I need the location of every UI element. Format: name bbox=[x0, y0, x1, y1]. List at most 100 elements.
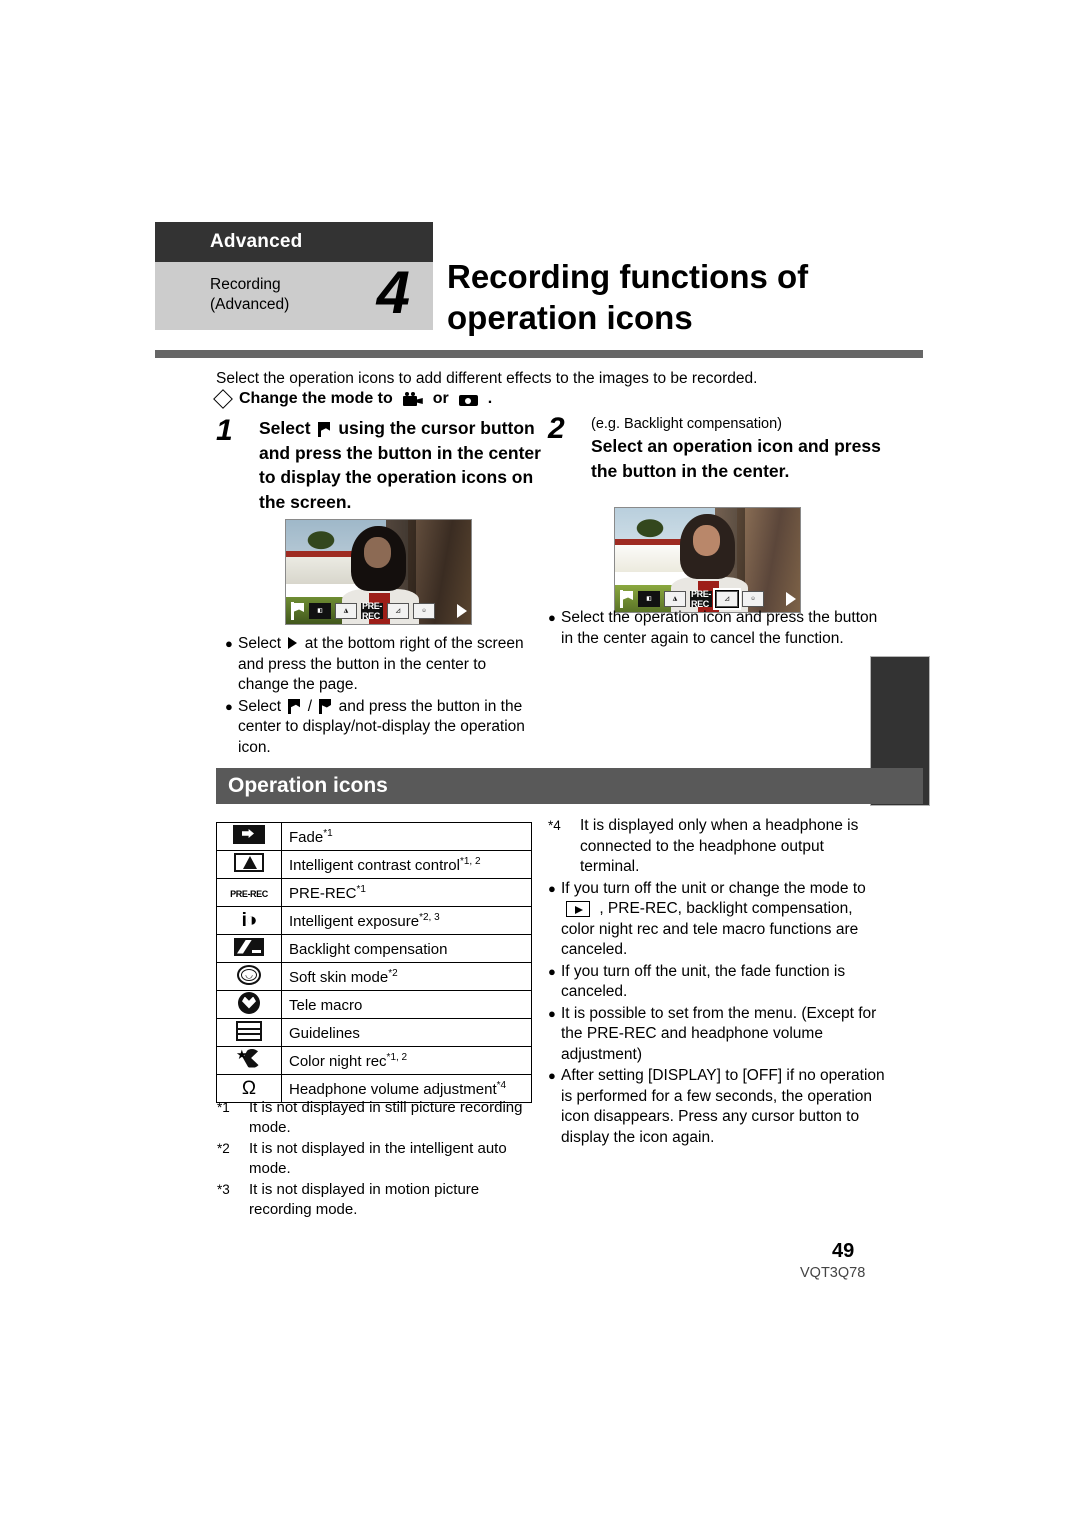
bullet-item: ● If you turn off the unit or change the… bbox=[548, 879, 886, 961]
row-label: Color night rec bbox=[289, 1052, 387, 1070]
chapter-banner: Advanced bbox=[155, 222, 433, 262]
bullet-text: If you turn off the unit, the fade funct… bbox=[561, 962, 846, 1001]
soft-skin-icon[interactable]: ☺ bbox=[413, 603, 435, 619]
soft-skin-icon[interactable]: ☺ bbox=[742, 591, 764, 607]
bullet-text: It is possible to set from the menu. (Ex… bbox=[561, 1004, 877, 1063]
bullet-text-before: Select bbox=[238, 635, 282, 652]
table-row: i◑ Intelligent exposure*2, 3 bbox=[216, 906, 532, 935]
operation-icon-bar[interactable]: ◧ ◮ PRE-REC ◿ ☺ bbox=[286, 600, 471, 622]
row-label: Intelligent exposure bbox=[289, 912, 420, 930]
pre-rec-icon[interactable]: PRE-REC bbox=[690, 589, 712, 609]
bullet-item: ● Select the operation icon and press th… bbox=[548, 608, 878, 649]
bullet-text-slash: / bbox=[307, 697, 313, 715]
table-row: Backlight compensation bbox=[216, 934, 532, 963]
icon-cell bbox=[216, 1046, 282, 1075]
bullet-dot: ● bbox=[225, 698, 233, 714]
step-1-text: Select using the cursor button and press… bbox=[259, 416, 546, 514]
icon-cell bbox=[216, 990, 282, 1019]
scene-palm bbox=[626, 512, 675, 540]
backlight-compensation-icon[interactable]: ◿ bbox=[387, 603, 409, 619]
table-row: Intelligent contrast control*1, 2 bbox=[216, 850, 532, 879]
icon-cell bbox=[216, 934, 282, 963]
step-2-text: Select an operation icon and press the b… bbox=[591, 436, 881, 481]
chapter-body: Recording (Advanced) 4 bbox=[155, 260, 433, 330]
chapter-subtitle-line1: Recording bbox=[210, 276, 281, 293]
step-1-text-before: Select bbox=[259, 418, 311, 438]
row-label: Fade bbox=[289, 828, 324, 846]
footnote-marker: *1 bbox=[217, 1100, 230, 1115]
row-label: Soft skin mode bbox=[289, 968, 389, 986]
pre-rec-icon: PRE-REC bbox=[230, 889, 268, 899]
bullet-text-after: , PRE-REC, backlight compensation, color… bbox=[561, 900, 859, 958]
table-row: Tele macro bbox=[216, 990, 532, 1019]
table-row: Fade*1 bbox=[216, 822, 532, 851]
bullet-text-after: and press the button in the center to di… bbox=[238, 697, 525, 756]
row-label: Tele macro bbox=[289, 996, 363, 1014]
row-footnote-mark: *2, 3 bbox=[419, 911, 440, 923]
label-cell: Color night rec*1, 2 bbox=[281, 1046, 532, 1075]
row-footnote-mark: *1, 2 bbox=[386, 1051, 408, 1063]
intelligent-contrast-icon[interactable]: ◮ bbox=[664, 591, 686, 607]
lcd-screenshot-before: ◧ ◮ PRE-REC ◿ ☺ bbox=[285, 519, 472, 625]
bullet-text-before: If you turn off the unit or change the m… bbox=[561, 879, 866, 897]
next-page-arrow-icon[interactable] bbox=[786, 592, 796, 606]
chapter-subtitle: Recording (Advanced) bbox=[210, 275, 289, 315]
footnote-marker: *2 bbox=[217, 1141, 230, 1156]
step-1-number: 1 bbox=[216, 414, 233, 447]
flag-icon[interactable] bbox=[289, 602, 305, 620]
change-mode-label: Change the mode to bbox=[239, 390, 393, 407]
icon-cell: i◑ bbox=[216, 906, 282, 935]
chapter-header-block: Advanced Recording (Advanced) 4 bbox=[155, 222, 433, 330]
footnote-item: *3 It is not displayed in motion picture… bbox=[217, 1180, 537, 1220]
bullet-item: ● After setting [DISPLAY] to [OFF] if no… bbox=[548, 1066, 886, 1148]
intelligent-contrast-icon bbox=[234, 853, 264, 872]
bullet-item: ● It is possible to set from the menu. (… bbox=[548, 1004, 886, 1066]
playback-mode-icon bbox=[566, 901, 590, 917]
display-icon-flag-icon bbox=[287, 698, 301, 714]
backlight-compensation-icon-selected[interactable]: ◿ bbox=[713, 588, 741, 610]
bullet-text: Select / and press the button in the cen… bbox=[238, 697, 535, 759]
fade-icon[interactable]: ◧ bbox=[309, 603, 331, 619]
row-footnote-mark: *1 bbox=[356, 883, 366, 895]
backlight-compensation-icon bbox=[234, 937, 264, 956]
table-row: Guidelines bbox=[216, 1018, 532, 1047]
color-night-rec-icon bbox=[236, 1048, 262, 1069]
bullet-text: Select at the bottom right of the screen… bbox=[238, 634, 535, 696]
table-row: Color night rec*1, 2 bbox=[216, 1046, 532, 1075]
icon-cell: ◡ bbox=[216, 962, 282, 991]
bullet-text-after: at the bottom right of the screen and pr… bbox=[238, 635, 524, 693]
footnote-text: It is not displayed in the intelligent a… bbox=[249, 1140, 507, 1177]
fade-icon[interactable]: ◧ bbox=[638, 591, 660, 607]
flag-icon[interactable] bbox=[618, 590, 634, 608]
pre-rec-icon[interactable]: PRE-REC bbox=[361, 601, 383, 621]
row-footnote-mark: *4 bbox=[496, 1079, 507, 1091]
icon-cell bbox=[216, 1018, 282, 1047]
document-code: VQT3Q78 bbox=[800, 1265, 866, 1281]
step-2: 2 (e.g. Backlight compensation) Select a… bbox=[548, 414, 888, 483]
label-cell: Intelligent exposure*2, 3 bbox=[281, 906, 532, 935]
bullet-dot: ● bbox=[548, 963, 556, 979]
fade-icon bbox=[233, 825, 265, 844]
row-footnote-mark: *2 bbox=[388, 967, 398, 979]
manual-page: Advanced Recording (Advanced) 4 Recordin… bbox=[0, 0, 1080, 1526]
intelligent-contrast-icon[interactable]: ◮ bbox=[335, 603, 357, 619]
scene-building bbox=[615, 539, 689, 573]
icon-cell bbox=[216, 822, 282, 851]
row-label: PRE-REC bbox=[289, 884, 357, 902]
guidelines-icon bbox=[236, 1020, 262, 1041]
operation-icon-bar[interactable]: ◧ ◮ PRE-REC ◿ ☺ bbox=[615, 588, 800, 610]
footnote-text: It is displayed only when a headphone is… bbox=[580, 817, 859, 875]
soft-skin-icon: ◡ bbox=[237, 964, 261, 985]
step-1-bullets: ● Select at the bottom right of the scre… bbox=[225, 634, 535, 759]
page-title: Recording functions of operation icons bbox=[447, 258, 809, 336]
change-mode-period: . bbox=[487, 390, 493, 407]
bullet-item: ● Select at the bottom right of the scre… bbox=[225, 634, 535, 696]
step-2-number: 2 bbox=[548, 412, 565, 445]
page-number: 49 bbox=[832, 1240, 855, 1262]
footnote-marker: *4 bbox=[548, 818, 561, 833]
label-cell: Guidelines bbox=[281, 1018, 532, 1047]
footnote-item: *4 It is displayed only when a headphone… bbox=[548, 816, 886, 878]
next-page-arrow-icon[interactable] bbox=[457, 604, 467, 618]
motion-picture-mode-icon bbox=[402, 392, 423, 406]
bullet-text: After setting [DISPLAY] to [OFF] if no o… bbox=[561, 1067, 885, 1146]
